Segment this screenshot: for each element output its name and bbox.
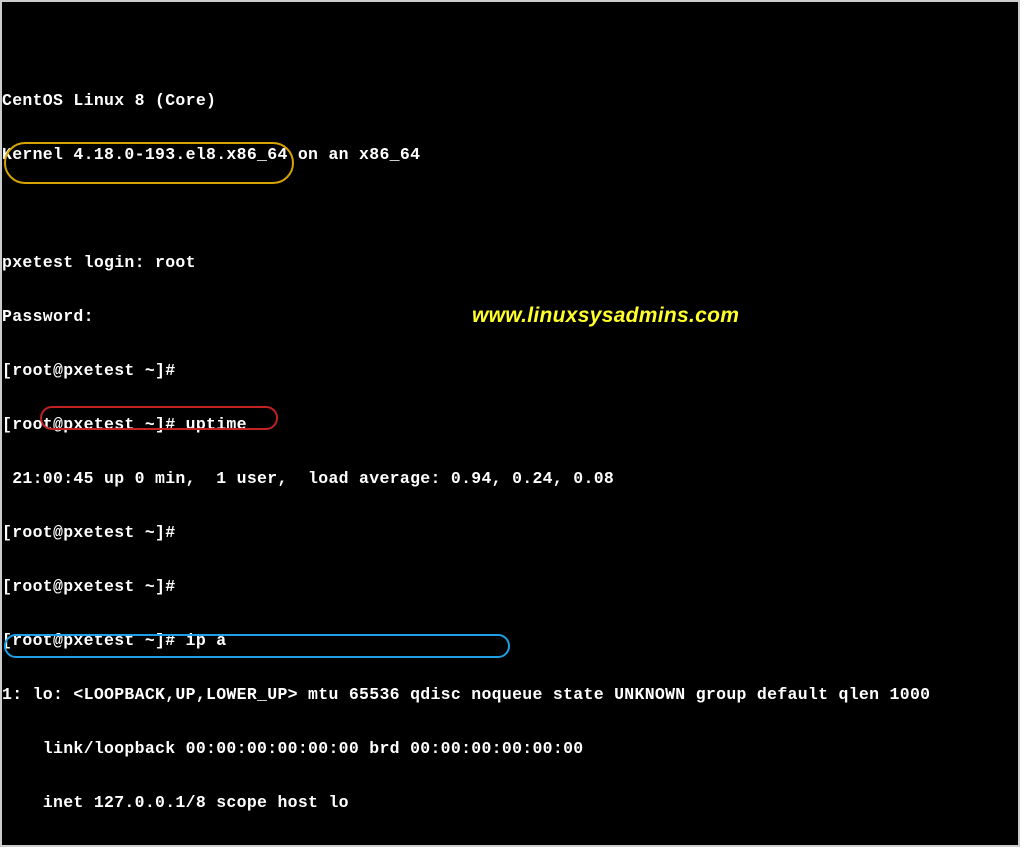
terminal-line: [2, 200, 1018, 218]
terminal-line: [root@pxetest ~]# uptime: [2, 416, 1018, 434]
terminal-line: [root@pxetest ~]# ip a: [2, 632, 1018, 650]
terminal-line: link/loopback 00:00:00:00:00:00 brd 00:0…: [2, 740, 1018, 758]
terminal-line: CentOS Linux 8 (Core): [2, 92, 1018, 110]
terminal-screen[interactable]: CentOS Linux 8 (Core) Kernel 4.18.0-193.…: [0, 0, 1020, 847]
terminal-line: 21:00:45 up 0 min, 1 user, load average:…: [2, 470, 1018, 488]
terminal-line: [root@pxetest ~]#: [2, 524, 1018, 542]
terminal-line: pxetest login: root: [2, 254, 1018, 272]
terminal-line: [2, 38, 1018, 56]
terminal-line: Kernel 4.18.0-193.el8.x86_64 on an x86_6…: [2, 146, 1018, 164]
terminal-line: inet 127.0.0.1/8 scope host lo: [2, 794, 1018, 812]
terminal-line: 1: lo: <LOOPBACK,UP,LOWER_UP> mtu 65536 …: [2, 686, 1018, 704]
terminal-line: [root@pxetest ~]#: [2, 578, 1018, 596]
watermark-text: www.linuxsysadmins.com: [472, 307, 739, 325]
terminal-line: [root@pxetest ~]#: [2, 362, 1018, 380]
